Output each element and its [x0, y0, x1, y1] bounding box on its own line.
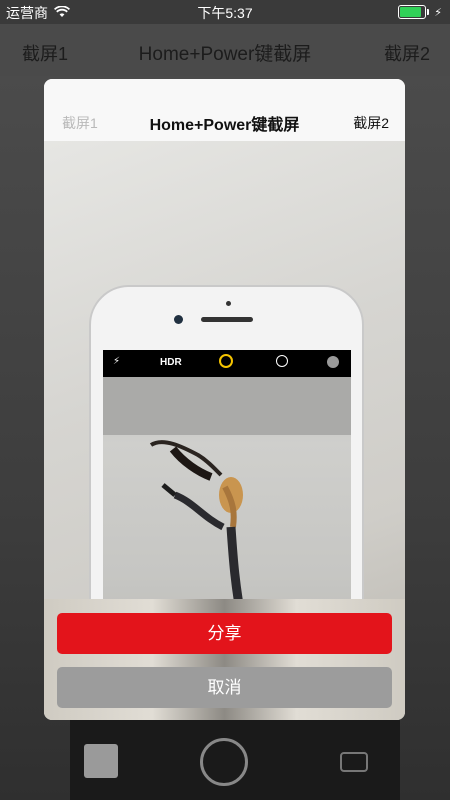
card-header-right: 截屏2 — [353, 115, 389, 131]
phone-speaker — [201, 317, 253, 322]
share-button[interactable]: 分享 — [57, 613, 392, 654]
background-nav-bar: 截屏1 Home+Power键截屏 截屏2 — [0, 24, 450, 76]
timer-icon — [276, 355, 288, 367]
battery-icon — [398, 5, 430, 19]
flip-camera-icon — [340, 752, 368, 772]
hdr-label: HDR — [160, 357, 182, 368]
camera-top-bar: ⚡ HDR — [103, 350, 351, 377]
card-header: 截屏1 Home+Power键截屏 截屏2 — [44, 79, 405, 141]
cancel-button[interactable]: 取消 — [57, 667, 392, 708]
filters-icon — [327, 356, 339, 368]
bg-nav-title: Home+Power键截屏 — [138, 44, 312, 65]
live-photo-icon — [219, 354, 233, 368]
charging-icon: ⚡ — [434, 6, 442, 19]
bg-nav-right: 截屏2 — [383, 44, 430, 64]
phone-sensor — [226, 301, 231, 306]
card-header-title: Home+Power键截屏 — [149, 117, 300, 134]
front-camera-icon — [174, 315, 183, 324]
screenshot-preview-card: 截屏1 Home+Power键截屏 截屏2 ⚡ HDR 分享 取消 — [44, 79, 405, 720]
status-right: ⚡ — [398, 5, 442, 19]
flash-icon: ⚡ — [113, 356, 121, 367]
shutter-icon — [200, 738, 248, 786]
status-time: 下午5:37 — [197, 5, 253, 21]
photo-thumbnail — [84, 744, 118, 778]
status-bar: 运营商 下午5:37 ⚡ — [0, 0, 450, 24]
